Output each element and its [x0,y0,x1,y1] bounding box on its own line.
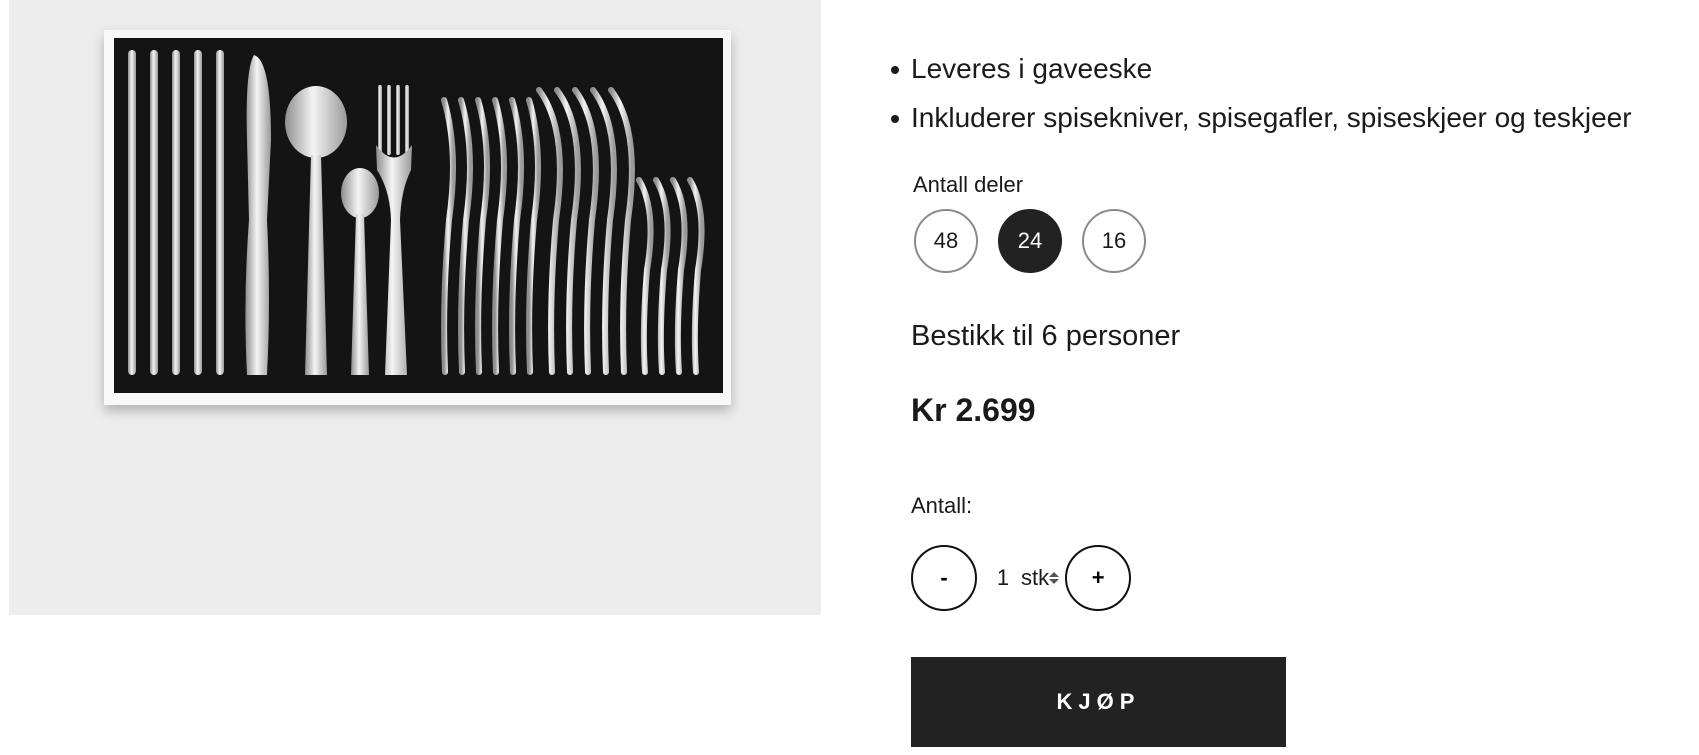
spinner-icon[interactable] [1049,570,1060,586]
price: Kr 2.699 [911,392,1036,428]
variant-label: Antall deler [913,172,1024,197]
variant-option-48[interactable]: 48 [914,209,978,273]
decrement-button[interactable]: - [911,545,977,611]
feature-list: Leveres i gaveeske Inkluderer spiseknive… [888,44,1632,142]
variant-option-16[interactable]: 16 [1082,209,1146,273]
buy-button[interactable]: KJØP [911,657,1286,747]
variant-description: Bestikk til 6 personer [911,320,1181,352]
product-image[interactable] [9,0,821,615]
increment-button[interactable]: + [1065,545,1132,611]
feature-item: Inkluderer spisekniver, spisegafler, spi… [888,93,1632,142]
quantity-label: Antall: [911,493,973,518]
quantity-unit: stk [1021,565,1050,590]
quantity-stepper: - stk + [911,545,1132,611]
variant-options: 48 24 16 [914,209,1146,273]
cutlery-set-illustration [104,30,731,405]
variant-option-24[interactable]: 24 [998,209,1062,273]
feature-item: Leveres i gaveeske [888,44,1632,93]
quantity-input[interactable] [987,565,1019,591]
